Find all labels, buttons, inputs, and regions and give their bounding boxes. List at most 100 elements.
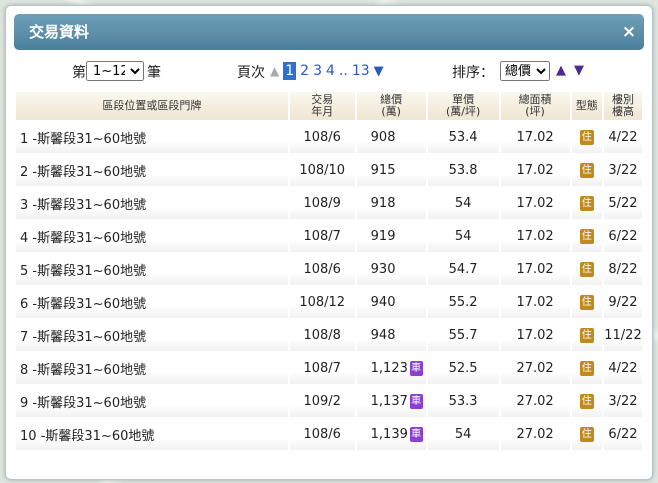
header-area[interactable]: 總面積 (坪) (500, 92, 570, 120)
parking-car-icon[interactable]: 車 (409, 361, 423, 376)
header-date[interactable]: 交易 年月 (289, 92, 355, 120)
cell-total-price: 930 (356, 254, 426, 285)
cell-type: 住 (571, 122, 602, 153)
cell-address: 2 -斯馨段31~60地號 (16, 155, 288, 186)
dialog-title: 交易資料 (29, 23, 90, 41)
table-row[interactable]: 9 -斯馨段31~60地號 109/2 1,137 車 53.3 27.02 住 3/22 (16, 386, 642, 417)
cell-type: 住 (571, 287, 602, 318)
cell-date: 108/6 (289, 254, 355, 285)
table-row[interactable]: 2 -斯馨段31~60地號 108/10 915 53.8 17.02 住 3/22 (16, 155, 642, 186)
page-link[interactable]: 2 (300, 63, 309, 79)
address-text: -斯馨段31~60地號 (32, 297, 147, 312)
row-number: 6 (20, 297, 29, 312)
table-row[interactable]: 1 -斯馨段31~60地號 108/6 908 53.4 17.02 住 4/22 (16, 122, 642, 153)
cell-type: 住 (571, 155, 602, 186)
cell-area: 17.02 (500, 188, 570, 219)
address-text: -斯馨段31~60地號 (32, 363, 147, 378)
residential-type-icon[interactable]: 住 (579, 427, 594, 442)
header-area-line2: (坪) (525, 105, 545, 118)
cell-floor: 5/22 (603, 188, 642, 219)
cell-floor: 6/22 (603, 221, 642, 252)
residential-type-icon[interactable]: 住 (579, 262, 594, 277)
cell-date: 108/7 (289, 221, 355, 252)
table-row[interactable]: 3 -斯馨段31~60地號 108/9 918 54 17.02 住 5/22 (16, 188, 642, 219)
cell-floor: 6/22 (603, 419, 642, 450)
cell-address: 4 -斯馨段31~60地號 (16, 221, 288, 252)
cell-date: 108/10 (289, 155, 355, 186)
sort-ascending-icon[interactable]: ▲ (556, 63, 566, 78)
cell-total-price: 940 (356, 287, 426, 318)
address-text: -斯馨段31~60地號 (32, 165, 147, 180)
parking-car-icon[interactable]: 車 (409, 427, 423, 442)
cell-date: 108/7 (289, 353, 355, 384)
parking-car-icon[interactable]: 車 (409, 394, 423, 409)
cell-area: 27.02 (500, 386, 570, 417)
residential-type-icon[interactable]: 住 (579, 361, 594, 376)
cell-type: 住 (571, 254, 602, 285)
total-price-value: 940 (370, 295, 396, 310)
header-floor[interactable]: 樓別 樓高 (603, 92, 642, 120)
cell-address: 1 -斯馨段31~60地號 (16, 122, 288, 153)
table-row[interactable]: 10 -斯馨段31~60地號 108/6 1,139 車 54 27.02 住 6/22 (16, 419, 642, 450)
transaction-table: 區段位置或區段門牌 交易 年月 總價 (萬) 單價 (萬/坪) 總面積 (坪) (14, 90, 644, 452)
cell-total-price: 1,137 車 (356, 386, 426, 417)
header-address[interactable]: 區段位置或區段門牌 (16, 92, 288, 120)
table-row[interactable]: 8 -斯馨段31~60地號 108/7 1,123 車 52.5 27.02 住 4/22 (16, 353, 642, 384)
table-row[interactable]: 4 -斯馨段31~60地號 108/7 919 54 17.02 住 6/22 (16, 221, 642, 252)
residential-type-icon[interactable]: 住 (579, 394, 594, 409)
cell-floor: 9/22 (603, 287, 642, 318)
residential-type-icon[interactable]: 住 (579, 328, 594, 343)
residential-type-icon[interactable]: 住 (579, 295, 594, 310)
row-number: 4 (20, 231, 29, 246)
cell-date: 108/9 (289, 188, 355, 219)
residential-type-icon[interactable]: 住 (579, 130, 594, 145)
page-link-last[interactable]: 13 (352, 63, 370, 79)
table-row[interactable]: 5 -斯馨段31~60地號 108/6 930 54.7 17.02 住 8/22 (16, 254, 642, 285)
header-type[interactable]: 型態 (571, 92, 602, 120)
sort-descending-icon[interactable]: ▼ (574, 63, 584, 78)
close-icon[interactable]: × (618, 14, 640, 50)
cell-type: 住 (571, 320, 602, 351)
cell-type: 住 (571, 221, 602, 252)
page-ellipsis: .. (338, 63, 348, 79)
residential-type-icon[interactable]: 住 (579, 229, 594, 244)
cell-unit-price: 55.7 (427, 320, 499, 351)
cell-total-price: 1,139 車 (356, 419, 426, 450)
cell-date: 108/6 (289, 122, 355, 153)
row-number: 8 (20, 363, 29, 378)
address-text: -斯馨段31~60地號 (32, 264, 147, 279)
header-total-price[interactable]: 總價 (萬) (356, 92, 426, 120)
page-link[interactable]: 3 (313, 63, 322, 79)
cell-total-price: 948 (356, 320, 426, 351)
cell-type: 住 (571, 386, 602, 417)
residential-type-icon[interactable]: 住 (579, 163, 594, 178)
total-price-value: 930 (370, 262, 396, 277)
prev-page-arrow-icon: ▲ (270, 64, 280, 78)
address-text: -斯馨段31~60地號 (32, 396, 147, 411)
cell-area: 17.02 (500, 287, 570, 318)
cell-floor: 4/22 (603, 122, 642, 153)
cell-floor: 4/22 (603, 353, 642, 384)
residential-type-icon[interactable]: 住 (579, 196, 594, 211)
total-price-value: 1,137 (370, 394, 408, 409)
row-number: 1 (20, 132, 29, 147)
page-link-current[interactable]: 1 (283, 62, 297, 80)
dialog-titlebar: 交易資料 × (14, 14, 644, 50)
page-link[interactable]: 4 (326, 63, 335, 79)
cell-area: 17.02 (500, 221, 570, 252)
cell-area: 17.02 (500, 254, 570, 285)
table-row[interactable]: 6 -斯馨段31~60地號 108/12 940 55.2 17.02 住 9/22 (16, 287, 642, 318)
address-text: -斯馨段31~60地號 (40, 429, 155, 444)
header-unit-price[interactable]: 單價 (萬/坪) (427, 92, 499, 120)
page-label: 頁次 (237, 65, 265, 81)
cell-total-price: 1,123 車 (356, 353, 426, 384)
cell-total-price: 915 (356, 155, 426, 186)
table-row[interactable]: 7 -斯馨段31~60地號 108/8 948 55.7 17.02 住 11/22 (16, 320, 642, 351)
table-header-row: 區段位置或區段門牌 交易 年月 總價 (萬) 單價 (萬/坪) 總面積 (坪) (16, 92, 642, 120)
sort-select[interactable]: 總價 (500, 61, 550, 81)
next-page-arrow-icon[interactable]: ▼ (374, 64, 384, 79)
cell-type: 住 (571, 419, 602, 450)
cell-floor: 3/22 (603, 155, 642, 186)
cell-date: 108/6 (289, 419, 355, 450)
record-range-select[interactable]: 1~122 (86, 61, 144, 81)
